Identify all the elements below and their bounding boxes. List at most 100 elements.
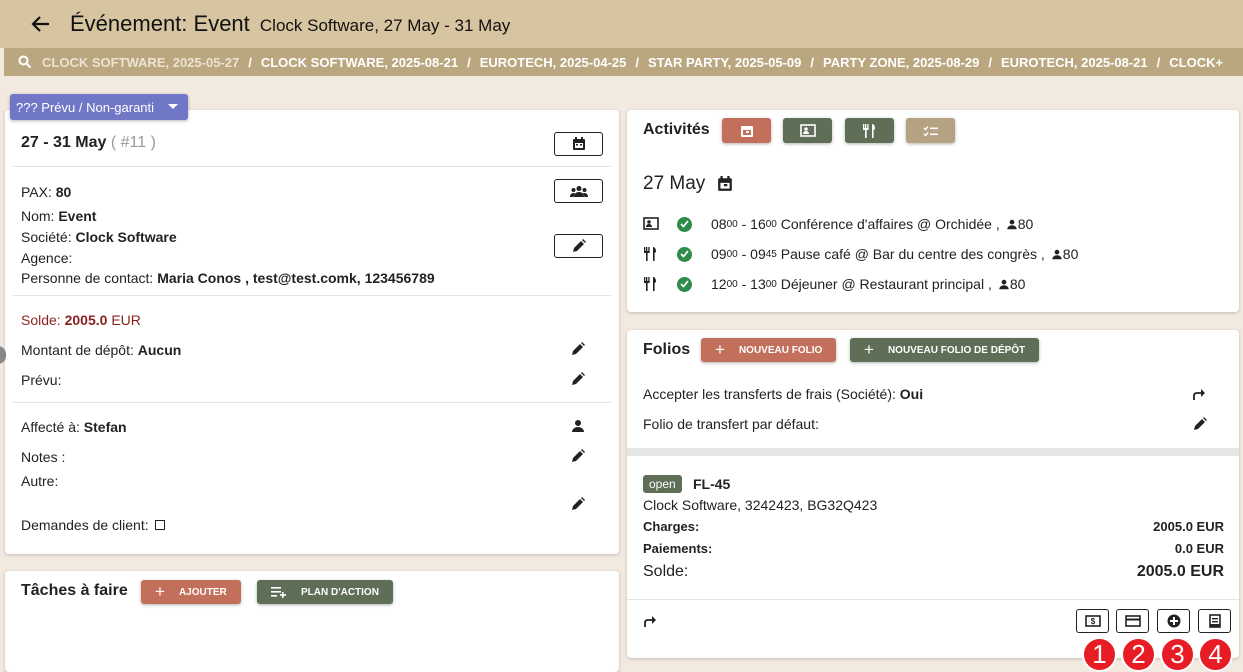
contact-label: Personne de contact: bbox=[21, 270, 154, 286]
add-meeting-activity-button[interactable] bbox=[783, 118, 832, 143]
company-label: Société: bbox=[21, 229, 72, 245]
receipt-icon bbox=[1208, 614, 1221, 628]
back-arrow-icon[interactable] bbox=[26, 10, 54, 38]
breadcrumb-item[interactable]: EUROTECH, 2025-04-25 bbox=[480, 55, 627, 70]
edit-event-button[interactable] bbox=[554, 234, 603, 258]
edit-default-transfer-button[interactable] bbox=[1190, 414, 1210, 434]
cash-payment-button[interactable]: $ bbox=[1076, 609, 1109, 633]
name-label: Nom: bbox=[21, 208, 55, 224]
activity-text: Pause café @ Bar du centre des congrès , bbox=[780, 246, 1045, 262]
activity-end-min: 00 bbox=[765, 218, 777, 230]
breadcrumb-item[interactable]: CLOCK SOFTWARE, 2025-08-21 bbox=[261, 55, 458, 70]
playlist-add-icon bbox=[271, 587, 286, 598]
assign-user-button[interactable] bbox=[568, 416, 588, 436]
check-icon bbox=[677, 276, 692, 292]
breadcrumb-separator: / bbox=[1156, 54, 1161, 70]
check-icon bbox=[677, 216, 692, 232]
notes-label: Notes : bbox=[21, 449, 66, 465]
calendar-button[interactable] bbox=[554, 132, 603, 156]
breadcrumb-item[interactable]: CLOCK+ bbox=[1169, 55, 1223, 70]
balance-currency: EUR bbox=[111, 312, 141, 328]
breadcrumb-item[interactable]: EUROTECH, 2025-08-21 bbox=[1001, 55, 1148, 70]
edit-deposit-button[interactable] bbox=[568, 339, 588, 359]
transfer-folio-button[interactable] bbox=[641, 612, 661, 632]
person-icon bbox=[1007, 219, 1017, 229]
breadcrumb: CLOCK SOFTWARE, 2025-05-27 / CLOCK SOFTW… bbox=[4, 48, 1243, 76]
event-dates: 27 - 31 May bbox=[21, 134, 107, 151]
add-event-activity-button[interactable] bbox=[722, 118, 771, 143]
restaurant-icon bbox=[643, 276, 659, 292]
activity-pax: 80 bbox=[1062, 246, 1079, 262]
activity-pax: 80 bbox=[1009, 276, 1026, 292]
default-transfer-label: Folio de transfert par défaut: bbox=[643, 416, 819, 432]
calendar-icon[interactable] bbox=[717, 176, 733, 192]
folio-balance-label: Solde: bbox=[643, 563, 689, 580]
action-plan-label: PLAN D'ACTION bbox=[301, 586, 379, 598]
breadcrumb-item[interactable]: PARTY ZONE, 2025-08-29 bbox=[823, 55, 979, 70]
folio-id[interactable]: FL-45 bbox=[693, 476, 730, 492]
status-dropdown[interactable]: ??? Prévu / Non-garanti bbox=[10, 94, 189, 120]
breadcrumb-separator: / bbox=[248, 54, 252, 70]
plus-icon: + bbox=[155, 582, 165, 601]
breadcrumb-item[interactable]: CLOCK SOFTWARE, 2025-05-27 bbox=[42, 55, 239, 70]
person-icon bbox=[999, 279, 1009, 289]
tasks-card: Tâches à faire + AJOUTER PLAN D'ACTION bbox=[5, 571, 619, 672]
person-icon bbox=[572, 420, 584, 432]
new-deposit-folio-label: NOUVEAU FOLIO DE DÉPÔT bbox=[887, 344, 1026, 356]
action-plan-button[interactable]: PLAN D'ACTION bbox=[257, 580, 393, 604]
folio-details: Clock Software, 3242423, BG32Q423 bbox=[643, 497, 878, 513]
new-deposit-folio-button[interactable]: + NOUVEAU FOLIO DE DÉPÔT bbox=[850, 338, 1040, 362]
add-task-button[interactable]: + AJOUTER bbox=[141, 580, 241, 604]
breadcrumb-separator: / bbox=[988, 54, 992, 70]
name-row: Nom: Event bbox=[21, 208, 96, 224]
activity-row[interactable]: 08 00 - 16 00 Conférence d'affaires @ Orch… bbox=[643, 214, 1033, 234]
activity-end-min: 45 bbox=[765, 248, 777, 260]
pencil-icon bbox=[572, 372, 585, 385]
balance-label: Solde: bbox=[21, 312, 61, 328]
pax-label: PAX: bbox=[21, 184, 52, 200]
restaurant-icon bbox=[862, 123, 875, 138]
credit-card-icon bbox=[1124, 615, 1141, 627]
divider bbox=[13, 402, 611, 403]
other-label: Autre: bbox=[21, 473, 59, 489]
activity-text: Conférence d'affaires @ Orchidée , bbox=[780, 216, 1000, 232]
annotation-marker: 4 bbox=[1198, 637, 1233, 672]
charges-label: Charges: bbox=[643, 519, 700, 534]
agency-row: Agence: bbox=[21, 250, 72, 266]
activity-end-hour: 16 bbox=[750, 216, 766, 232]
cash-icon: $ bbox=[1084, 615, 1101, 627]
card-payment-button[interactable] bbox=[1116, 609, 1149, 633]
folios-card: Folios + NOUVEAU FOLIO + NOUVEAU FOLIO D… bbox=[627, 330, 1239, 658]
activity-row[interactable]: 09 00 - 09 45 Pause café @ Bar du centre d… bbox=[643, 244, 1078, 264]
balance-value: 2005.0 bbox=[64, 312, 108, 328]
assigned-row: Affecté à: Stefan bbox=[21, 419, 127, 435]
edit-planned-button[interactable] bbox=[568, 369, 588, 389]
search-icon[interactable] bbox=[18, 55, 32, 69]
plus-icon: + bbox=[715, 340, 725, 359]
print-invoice-button[interactable] bbox=[1198, 609, 1231, 633]
status-badge: open bbox=[643, 475, 682, 493]
add-restaurant-activity-button[interactable] bbox=[845, 118, 894, 143]
company-row: Société: Clock Software bbox=[21, 229, 177, 245]
annotation-marker: 2 bbox=[1121, 637, 1156, 672]
activity-end-hour: 13 bbox=[750, 276, 766, 292]
activity-row[interactable]: 12 00 - 13 00 Déjeuner @ Restaurant princi… bbox=[643, 274, 1025, 294]
forward-arrow-icon bbox=[644, 616, 656, 627]
guests-button[interactable] bbox=[554, 179, 603, 203]
add-task-activity-button[interactable] bbox=[906, 118, 955, 143]
annotation-marker: 3 bbox=[1160, 637, 1195, 672]
breadcrumb-item[interactable]: STAR PARTY, 2025-05-09 bbox=[648, 55, 801, 70]
breadcrumb-separator: / bbox=[467, 54, 471, 70]
client-requests-checkbox[interactable] bbox=[154, 520, 165, 530]
add-task-label: AJOUTER bbox=[178, 586, 227, 598]
new-folio-button[interactable]: + NOUVEAU FOLIO bbox=[701, 338, 837, 362]
add-charge-button[interactable] bbox=[1157, 609, 1190, 633]
pencil-icon bbox=[1194, 417, 1207, 430]
edit-other-button[interactable] bbox=[568, 494, 588, 514]
deposit-row: Montant de dépôt: Aucun bbox=[21, 342, 181, 358]
agency-label: Agence: bbox=[21, 250, 73, 266]
edit-notes-button[interactable] bbox=[568, 446, 588, 466]
divider bbox=[627, 599, 1239, 600]
transfer-settings-button[interactable] bbox=[1190, 385, 1210, 405]
activity-day: 27 May bbox=[643, 173, 706, 194]
